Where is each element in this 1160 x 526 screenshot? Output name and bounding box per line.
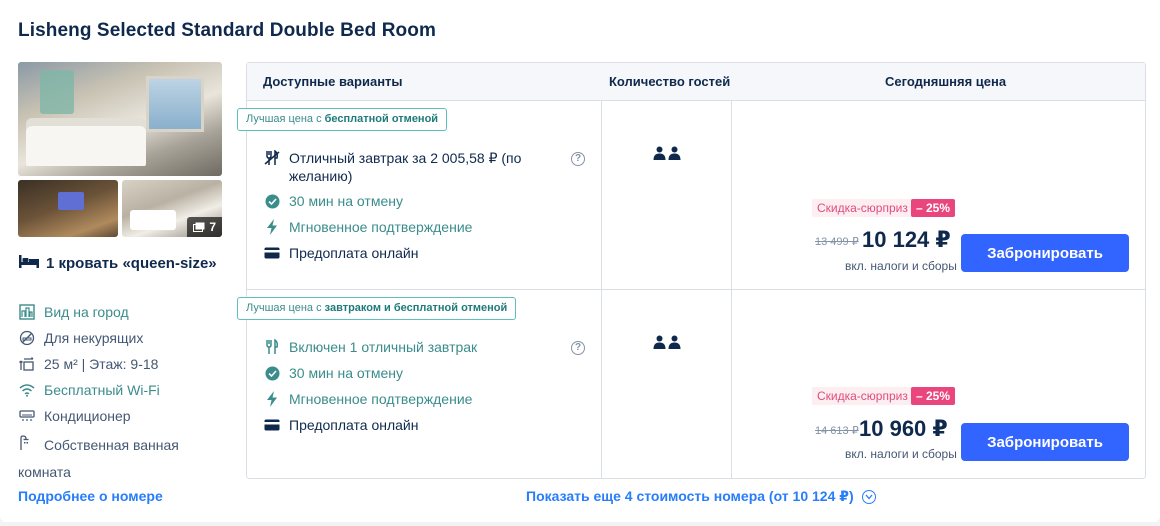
room-size-icon: [18, 355, 36, 373]
show-more-label: Показать еще 4 стоимость номера (от 10 1…: [526, 488, 854, 504]
prepay-option: Предоплата онлайн: [263, 244, 418, 262]
person-icon: [653, 335, 666, 349]
book-button[interactable]: Забронировать: [961, 234, 1129, 272]
room-card: Lisheng Selected Standard Double Bed Roo…: [0, 0, 1160, 522]
room-title: Lisheng Selected Standard Double Bed Roo…: [18, 20, 436, 41]
amenity-smoking-label: Для некурящих: [44, 330, 144, 346]
amenity-ac-label: Кондиционер: [44, 408, 131, 424]
best-price-badge: Лучшая цена с завтраком и бесплатной отм…: [237, 297, 517, 320]
meal-label: Включен 1 отличный завтрак: [289, 339, 478, 355]
check-circle-icon: [263, 192, 281, 210]
gallery-icon: [193, 222, 205, 232]
header-price: Сегодняшняя цена: [885, 74, 1007, 89]
amenity-bathroom: Собственная ванная комната: [18, 432, 218, 485]
amenity-bathroom-label: Собственная ванная комната: [18, 437, 179, 481]
guest-count-2: [653, 146, 681, 160]
chevron-down-icon: [861, 489, 876, 504]
meal-help-icon[interactable]: ?: [571, 152, 585, 166]
prepay-label: Предоплата онлайн: [289, 245, 419, 261]
meal-help-icon[interactable]: ?: [571, 341, 585, 355]
wifi-icon: [18, 381, 36, 399]
shower-icon: [18, 433, 36, 459]
room-photo-thumb-1[interactable]: [18, 180, 118, 237]
badge-bold: бесплатной отменой: [324, 113, 439, 125]
air-conditioner-icon: [18, 407, 36, 425]
room-photo-thumb-2[interactable]: 7: [122, 180, 222, 237]
cutlery-crossed-icon: [263, 149, 281, 167]
discount-percent: – 25%: [911, 387, 956, 405]
room-photo-main[interactable]: [18, 62, 222, 176]
room-details-link[interactable]: Подробнее о номере: [18, 488, 163, 504]
badge-prefix: Лучшая цена с: [246, 302, 325, 314]
cancel-option: 30 мин на отмену: [263, 364, 403, 382]
cancel-option: 30 мин на отмену: [263, 192, 403, 210]
surprise-discount-label: Скидка-сюрприз: [812, 199, 913, 217]
surprise-discount-label: Скидка-сюрприз: [812, 387, 913, 405]
prepay-option: Предоплата онлайн: [263, 416, 418, 434]
credit-card-icon: [263, 244, 281, 262]
badge-bold: завтраком и бесплатной отменой: [324, 302, 508, 314]
photo-count: 7: [209, 220, 216, 234]
bed-type-label: 1 кровать «queen-size»: [46, 255, 217, 272]
meal-label: Отличный завтрак за 2 005,58 ₽ (по желан…: [289, 150, 522, 184]
bed-icon: [18, 252, 40, 277]
current-price: 10 124 ₽: [862, 227, 951, 252]
row-divider: [247, 289, 1145, 290]
cancel-label: 30 мин на отмену: [289, 365, 403, 381]
confirm-option: Мгновенное подтверждение: [263, 390, 472, 408]
amenity-ac: Кондиционер: [18, 406, 131, 426]
person-icon: [668, 335, 681, 349]
confirm-label: Мгновенное подтверждение: [289, 219, 473, 235]
cancel-label: 30 мин на отмену: [289, 193, 403, 209]
cutlery-icon: [263, 338, 281, 356]
photo-count-badge[interactable]: 7: [187, 217, 222, 237]
tv: [58, 192, 84, 210]
person-icon: [653, 146, 666, 160]
wall-art: [40, 70, 74, 114]
bed: [26, 126, 146, 166]
amenity-size-label: 25 м² | Этаж: 9-18: [44, 356, 159, 372]
window: [146, 76, 204, 132]
confirm-label: Мгновенное подтверждение: [289, 391, 473, 407]
meal-option: Включен 1 отличный завтрак: [263, 338, 477, 356]
amenity-smoking: Для некурящих: [18, 328, 143, 348]
discount-percent: – 25%: [911, 199, 956, 217]
tax-note: вкл. налоги и сборы: [845, 259, 957, 273]
credit-card-icon: [263, 416, 281, 434]
old-price: 13 499 ₽: [815, 236, 859, 248]
amenity-wifi: Бесплатный Wi-Fi: [18, 380, 160, 400]
bed-type: 1 кровать «queen-size»: [18, 251, 218, 277]
old-price: 14 613 ₽: [815, 425, 859, 437]
current-price: 10 960 ₽: [859, 416, 948, 441]
show-more-rates[interactable]: Показать еще 4 стоимость номера (от 10 1…: [526, 488, 876, 505]
city-view-icon: [18, 303, 36, 321]
prepay-label: Предоплата онлайн: [289, 417, 419, 433]
person-icon: [668, 146, 681, 160]
rate-table-header: Доступные варианты Количество гостей Сег…: [247, 63, 1145, 101]
book-button[interactable]: Забронировать: [961, 423, 1129, 461]
amenity-view-label: Вид на город: [44, 304, 129, 320]
amenity-size: 25 м² | Этаж: 9-18: [18, 354, 158, 374]
rate-table: Доступные варианты Количество гостей Сег…: [237, 62, 1146, 479]
guest-count-2: [653, 335, 681, 349]
confirm-option: Мгновенное подтверждение: [263, 218, 472, 236]
best-price-badge: Лучшая цена с бесплатной отменой: [237, 108, 448, 131]
tax-note: вкл. налоги и сборы: [845, 447, 957, 461]
header-guests: Количество гостей: [609, 74, 731, 89]
header-options: Доступные варианты: [263, 74, 403, 89]
no-smoking-icon: [18, 329, 36, 347]
bed: [130, 210, 176, 230]
amenity-wifi-label: Бесплатный Wi-Fi: [44, 382, 160, 398]
amenity-view: Вид на город: [18, 302, 129, 322]
lightning-icon: [263, 390, 281, 408]
check-circle-icon: [263, 364, 281, 382]
meal-option: Отличный завтрак за 2 005,58 ₽ (по желан…: [263, 149, 563, 185]
badge-prefix: Лучшая цена с: [246, 113, 325, 125]
lightning-icon: [263, 218, 281, 236]
